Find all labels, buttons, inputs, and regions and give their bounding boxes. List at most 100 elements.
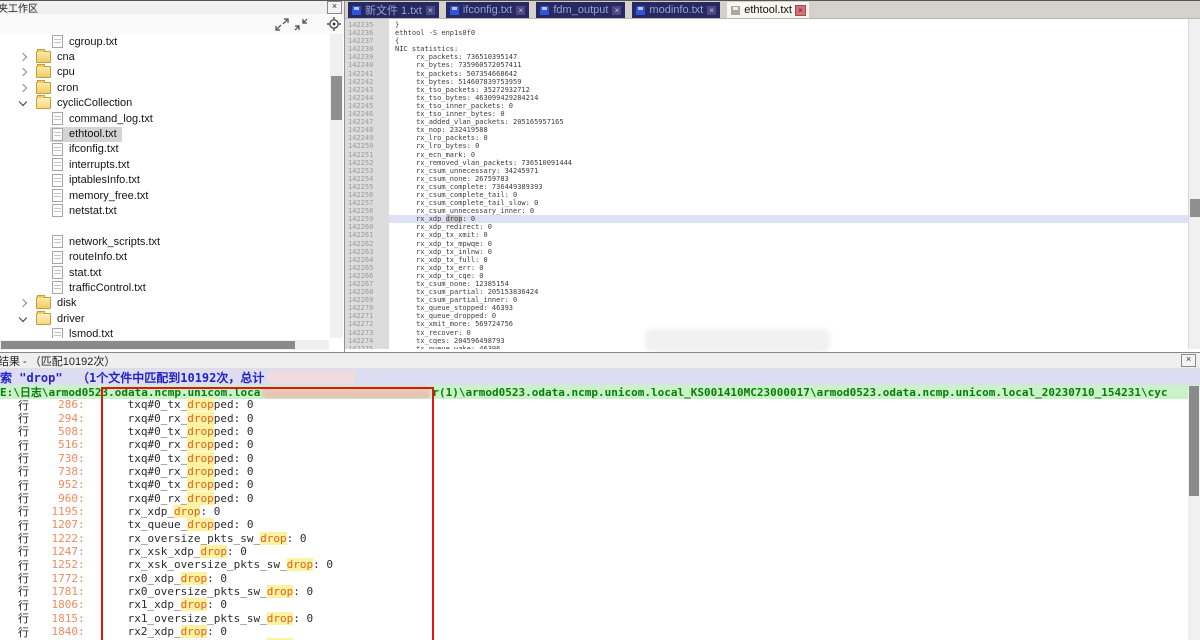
tree-item-netstat.txt[interactable]: netstat.txt	[0, 203, 329, 218]
tree-item-iptablesInfo.txt[interactable]: iptablesInfo.txt	[0, 173, 329, 188]
results-title: 结果 - （匹配10192次）	[0, 353, 115, 369]
tree-item-cyclicCollection[interactable]: cyclicCollection	[0, 96, 329, 111]
tree-item-cna[interactable]: cna	[0, 49, 329, 64]
result-row[interactable]: 行1806:rx1_xdp_drop: 0	[0, 598, 1188, 611]
tree-item-ifconfig.txt[interactable]: ifconfig.txt	[0, 142, 329, 157]
result-row[interactable]: 行738:rxq#0_rx_dropped: 0	[0, 465, 1188, 478]
line-text: tx_csum_partial_inner: 0	[389, 296, 1188, 304]
editor-vertical-scrollbar[interactable]	[1188, 19, 1200, 349]
tree-item-cgroup.txt[interactable]: cgroup.txt	[0, 34, 329, 49]
colon: :	[78, 465, 85, 478]
tree-item-routeInfo.txt[interactable]: routeInfo.txt	[0, 249, 329, 264]
file-icon	[52, 328, 63, 338]
tab-modinfo.txt[interactable]: modinfo.txt	[632, 2, 720, 18]
chevron-right-icon[interactable]	[19, 68, 27, 76]
result-row[interactable]: 行1247:rx_xsk_xdp_drop: 0	[0, 545, 1188, 558]
tree-item-network_scripts.txt[interactable]: network_scripts.txt	[0, 234, 329, 249]
code-line: 142236ethtool -S enp1s0f0	[345, 29, 1188, 37]
line-text: tx_queue_dropped: 0	[389, 312, 1188, 320]
tree-item-disk[interactable]: disk	[0, 296, 329, 311]
line-text: tx_tso_inner_bytes: 0	[389, 110, 1188, 118]
file-icon	[52, 266, 63, 279]
scrollbar-thumb[interactable]	[331, 76, 342, 120]
result-row[interactable]: 行960:rxq#0_rx_dropped: 0	[0, 491, 1188, 504]
result-row[interactable]: 行294:rxq#0_rx_dropped: 0	[0, 411, 1188, 424]
editor-content[interactable]: 142235}142236ethtool -S enp1s0f0142237{1…	[345, 19, 1188, 349]
chevron-right-icon[interactable]	[19, 299, 27, 307]
file-icon	[52, 158, 63, 171]
results-vertical-scrollbar[interactable]	[1188, 386, 1200, 640]
close-icon[interactable]	[796, 6, 805, 15]
result-row[interactable]: 行1840:rx2_xdp_drop: 0	[0, 625, 1188, 638]
result-row[interactable]: 行1207:tx_queue_dropped: 0	[0, 518, 1188, 531]
tree-item-stat.txt[interactable]: stat.txt	[0, 265, 329, 280]
path-prefix: E:\日志\armod0523.odata.ncmp.unicom.loca	[0, 385, 260, 399]
result-row[interactable]: 行286:txq#0_tx_dropped: 0	[0, 398, 1188, 411]
workspace-panel: 夹工作区 cgroup.txtcnacpucroncyclicCollectio…	[0, 1, 345, 352]
tree-item-driver[interactable]: driver	[0, 311, 329, 326]
line-number: 142265	[345, 264, 389, 272]
tree-item-row: cyclicCollection	[34, 96, 137, 110]
tree-item-row: cgroup.txt	[50, 34, 122, 49]
result-row[interactable]: 行508:txq#0_tx_dropped: 0	[0, 425, 1188, 438]
close-icon[interactable]	[707, 6, 716, 15]
tree-item-label: memory_free.txt	[69, 190, 148, 202]
close-icon[interactable]	[426, 6, 435, 15]
result-row[interactable]: 行1781:rx0_oversize_pkts_sw_drop: 0	[0, 585, 1188, 598]
tree-item-lsmod.txt[interactable]: lsmod.txt	[0, 326, 329, 338]
chevron-right-icon[interactable]	[19, 84, 27, 92]
result-row[interactable]: 行1815:rx1_oversize_pkts_sw_drop: 0	[0, 612, 1188, 625]
chevron-right-icon[interactable]	[19, 53, 27, 61]
result-row[interactable]: 行730:txq#0_tx_dropped: 0	[0, 451, 1188, 464]
result-row[interactable]: 行516:rxq#0_rx_dropped: 0	[0, 438, 1188, 451]
chevron-down-icon[interactable]	[19, 98, 27, 106]
tab-label: 新文件 1.txt	[365, 2, 422, 18]
code-line: 142253 rx_csum_unnecessary: 34245971	[345, 167, 1188, 175]
line-text: rx_xdp_tx_mpwqe: 0	[389, 240, 1188, 248]
tree-item-memory_free.txt[interactable]: memory_free.txt	[0, 188, 329, 203]
line-text: rx_ecn_mark: 0	[389, 151, 1188, 159]
tree-item-cpu[interactable]: cpu	[0, 65, 329, 80]
redacted-area	[645, 329, 830, 352]
result-row[interactable]: 行1195:rx_xdp_drop: 0	[0, 505, 1188, 518]
collapse-all-icon[interactable]	[294, 18, 308, 31]
close-icon[interactable]	[516, 6, 525, 15]
tab-ethtool.txt[interactable]: ethtool.txt	[727, 2, 809, 18]
result-text: rx_xsk_xdp_drop: 0	[128, 545, 247, 558]
scrollbar-thumb[interactable]	[1, 341, 295, 349]
expand-all-icon[interactable]	[275, 18, 289, 31]
result-row[interactable]: 行1772:rx0_xdp_drop: 0	[0, 571, 1188, 584]
code-line: 142247 tx_added_vlan_packets: 2051659571…	[345, 118, 1188, 126]
tab-ifconfig.txt[interactable]: ifconfig.txt	[446, 2, 530, 18]
match-highlight: drop	[187, 465, 214, 478]
result-row[interactable]: 行952:txq#0_tx_dropped: 0	[0, 478, 1188, 491]
close-icon[interactable]	[612, 6, 621, 15]
tree-item-command_log.txt[interactable]: command_log.txt	[0, 111, 329, 126]
tree-item-cron[interactable]: cron	[0, 80, 329, 95]
result-file-path[interactable]: E:\日志\armod0523.odata.ncmp.unicom.loca r…	[0, 385, 1200, 399]
scrollbar-thumb[interactable]	[1190, 199, 1200, 217]
workspace-close-icon[interactable]	[327, 1, 342, 14]
locate-current-file-icon[interactable]	[327, 17, 341, 31]
tree-item-ethtool.txt[interactable]: ethtool.txt	[0, 126, 329, 141]
result-row[interactable]: 行1252:rx_xsk_oversize_pkts_sw_drop: 0	[0, 558, 1188, 571]
line-number: 142263	[345, 248, 389, 256]
line-number: 142249	[345, 134, 389, 142]
scrollbar-thumb[interactable]	[1189, 386, 1199, 496]
tree-item-row: ethtool.txt	[50, 127, 122, 142]
tab-新文件 1.txt[interactable]: 新文件 1.txt	[348, 2, 439, 18]
tab-fdm_output[interactable]: fdm_output	[536, 2, 625, 18]
tree-horizontal-scrollbar[interactable]	[0, 340, 329, 350]
results-close-icon[interactable]	[1181, 354, 1196, 367]
result-text: rx2_xdp_drop: 0	[128, 625, 227, 638]
tree-vertical-scrollbar[interactable]	[330, 34, 343, 338]
code-line: 142238NIC statistics:	[345, 45, 1188, 53]
match-highlight: drop	[260, 532, 287, 545]
result-line-number: 730	[32, 452, 78, 465]
result-line-number: 1252	[32, 558, 78, 571]
chevron-down-icon[interactable]	[19, 313, 27, 321]
tree-item-interrupts.txt[interactable]: interrupts.txt	[0, 157, 329, 172]
line-text: rx_xdp_tx_cqe: 0	[389, 272, 1188, 280]
result-row[interactable]: 行1222:rx_oversize_pkts_sw_drop: 0	[0, 531, 1188, 544]
tree-item-trafficControl.txt[interactable]: trafficControl.txt	[0, 280, 329, 295]
